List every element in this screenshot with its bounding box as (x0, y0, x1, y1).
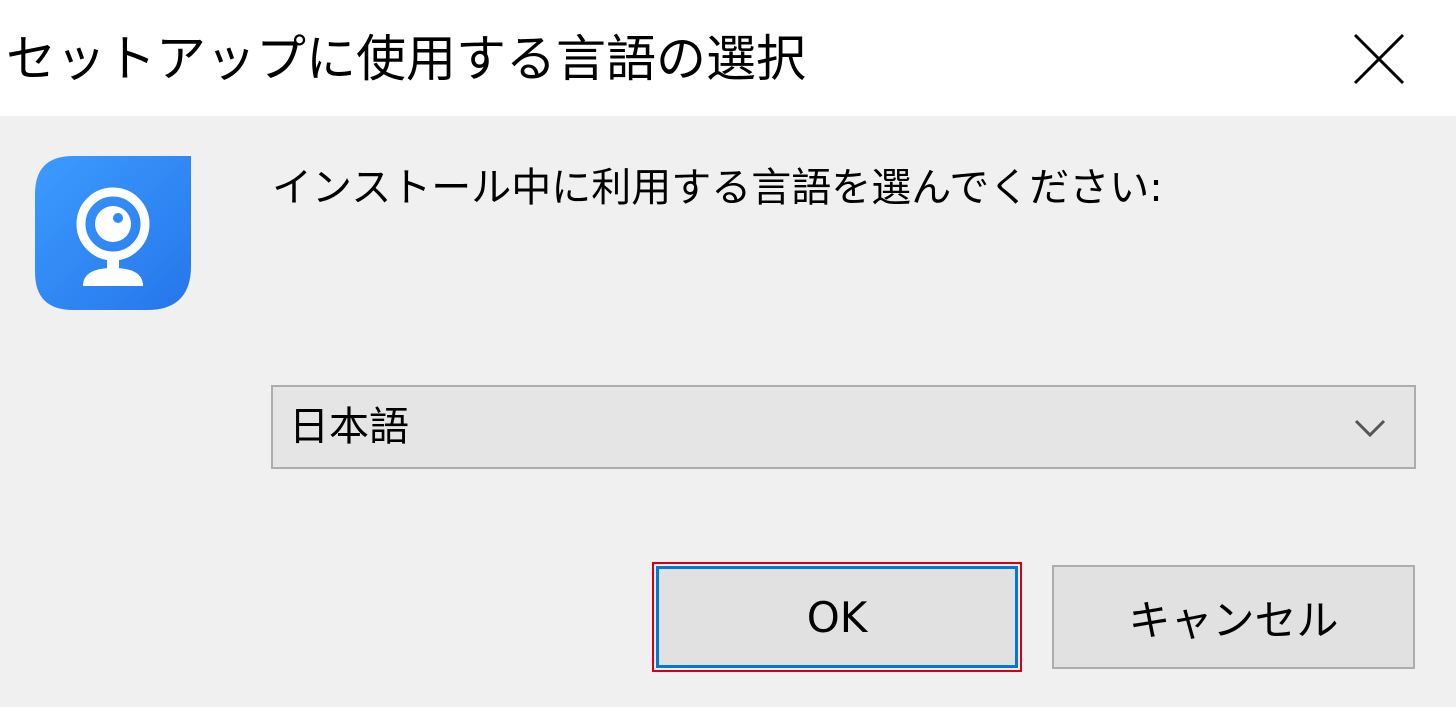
cancel-button[interactable]: キャンセル (1052, 565, 1415, 669)
window-title: セットアップに使用する言語の選択 (6, 30, 806, 88)
language-selection-dialog: セットアップに使用する言語の選択 インストール中に利用する言語を選んでください:… (0, 0, 1456, 707)
close-icon (1353, 33, 1405, 85)
chevron-down-icon (1354, 419, 1386, 438)
language-select[interactable]: 日本語 (271, 385, 1416, 469)
ok-button[interactable]: OK (656, 566, 1018, 668)
prompt-text: インストール中に利用する言語を選んでください: (272, 165, 1163, 211)
language-select-value: 日本語 (289, 404, 409, 450)
webcam-app-icon (33, 154, 193, 312)
close-button[interactable] (1324, 18, 1434, 100)
title-bar: セットアップに使用する言語の選択 (0, 0, 1456, 116)
